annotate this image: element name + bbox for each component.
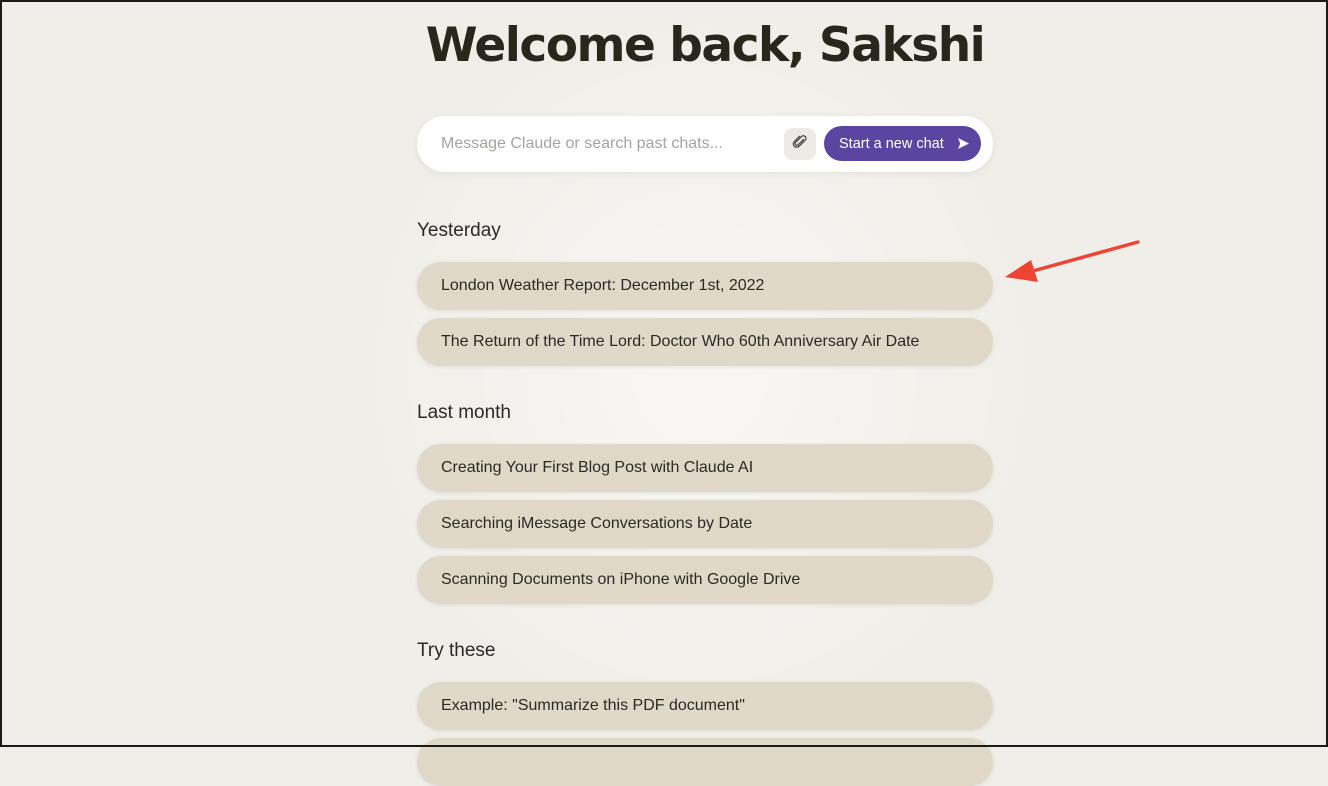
section-label-try-these: Try these (417, 640, 496, 661)
chat-item[interactable]: The Return of the Time Lord: Doctor Who … (417, 318, 993, 366)
paperclip-icon (792, 134, 808, 155)
suggestion-item[interactable] (417, 738, 993, 786)
chat-item[interactable]: London Weather Report: December 1st, 202… (417, 262, 993, 310)
search-bar: Start a new chat (417, 116, 993, 172)
start-new-chat-label: Start a new chat (839, 135, 944, 152)
chat-item[interactable]: Creating Your First Blog Post with Claud… (417, 444, 993, 492)
section-label-yesterday: Yesterday (417, 220, 501, 241)
red-arrow-annotation (1000, 232, 1145, 292)
search-input[interactable] (441, 116, 771, 172)
section-label-last-month: Last month (417, 402, 511, 423)
send-icon (957, 137, 970, 154)
chat-item[interactable]: Searching iMessage Conversations by Date (417, 500, 993, 548)
background-glow (350, 0, 1050, 747)
attach-button[interactable] (784, 128, 816, 160)
page-title: Welcome back, Sakshi (425, 18, 986, 73)
suggestion-item[interactable]: Example: "Summarize this PDF document" (417, 682, 993, 730)
start-new-chat-button[interactable]: Start a new chat (824, 126, 981, 161)
chat-item[interactable]: Scanning Documents on iPhone with Google… (417, 556, 993, 604)
